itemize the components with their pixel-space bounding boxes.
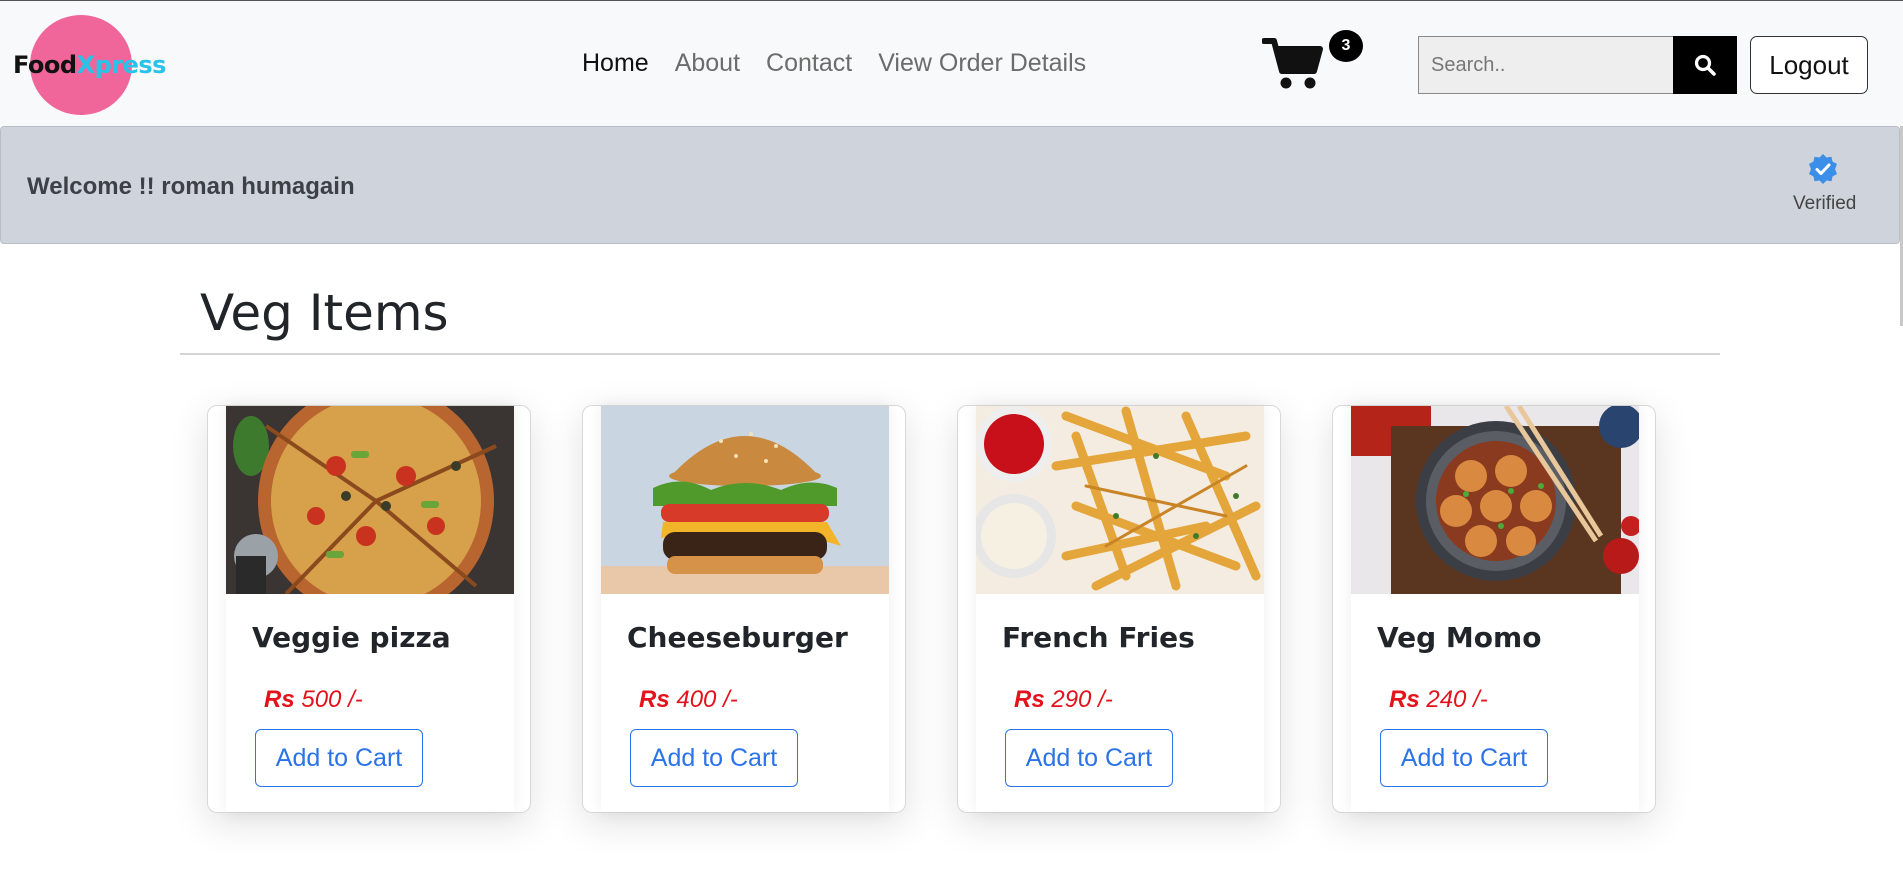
veggie-pizza-image: [226, 406, 514, 594]
search-button[interactable]: [1673, 36, 1737, 94]
product-card: Veg Momo Rs 240 /- Add to Cart: [1332, 405, 1656, 813]
veg-momo-image: [1351, 406, 1639, 594]
search-icon: [1694, 54, 1716, 76]
nav-link-home[interactable]: Home: [582, 49, 649, 78]
nav-link-contact[interactable]: Contact: [766, 49, 852, 78]
add-to-cart-button[interactable]: Add to Cart: [1380, 729, 1548, 787]
verified-badge-icon: [1807, 153, 1839, 185]
welcome-message: Welcome !! roman humagain: [27, 173, 355, 200]
add-to-cart-button[interactable]: Add to Cart: [630, 729, 798, 787]
price-value: 500 /-: [301, 686, 363, 713]
section-title: Veg Items: [200, 284, 449, 342]
nav-link-about[interactable]: About: [675, 49, 740, 78]
verified-label: Verified: [1793, 193, 1857, 214]
section-divider: [180, 353, 1720, 355]
brand-part-food: Food: [13, 51, 77, 79]
price-value: 400 /-: [676, 686, 738, 713]
navbar: FoodXpress Home About Contact View Order…: [0, 0, 1903, 126]
price-value: 240 /-: [1426, 686, 1488, 713]
cheeseburger-image: [601, 406, 889, 594]
cart-count-badge: 3: [1329, 30, 1363, 62]
product-name: French Fries: [1002, 621, 1195, 654]
logout-button[interactable]: Logout: [1750, 36, 1868, 94]
product-price: Rs 290 /-: [1014, 686, 1113, 714]
brand-part-xpress: Xpress: [76, 51, 167, 79]
price-value: 290 /-: [1051, 686, 1113, 713]
main-nav: Home About Contact View Order Details: [582, 49, 1086, 78]
add-to-cart-button[interactable]: Add to Cart: [1005, 729, 1173, 787]
shopping-cart-icon[interactable]: [1261, 35, 1324, 91]
product-card: Cheeseburger Rs 400 /- Add to Cart: [582, 405, 906, 813]
product-price: Rs 500 /-: [264, 686, 363, 714]
price-currency: Rs: [639, 686, 670, 713]
product-name: Veggie pizza: [252, 621, 451, 654]
price-currency: Rs: [1389, 686, 1420, 713]
product-price: Rs 400 /-: [639, 686, 738, 714]
price-currency: Rs: [1014, 686, 1045, 713]
search-input[interactable]: [1418, 36, 1674, 94]
product-price: Rs 240 /-: [1389, 686, 1488, 714]
add-to-cart-button[interactable]: Add to Cart: [255, 729, 423, 787]
price-currency: Rs: [264, 686, 295, 713]
product-card: Veggie pizza Rs 500 /- Add to Cart: [207, 405, 531, 813]
nav-link-order-details[interactable]: View Order Details: [878, 49, 1086, 78]
product-card: French Fries Rs 290 /- Add to Cart: [957, 405, 1281, 813]
product-name: Veg Momo: [1377, 621, 1542, 654]
french-fries-image: [976, 406, 1264, 594]
brand-logo[interactable]: FoodXpress: [13, 51, 166, 79]
product-name: Cheeseburger: [627, 621, 848, 654]
welcome-banner: Welcome !! roman humagain Verified: [0, 126, 1900, 244]
